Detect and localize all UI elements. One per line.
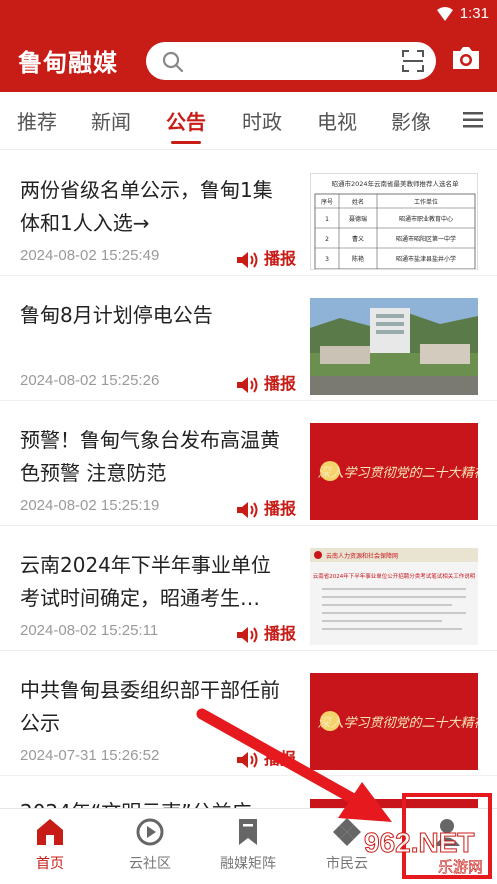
watermark: 962.NET 乐游网 bbox=[340, 822, 490, 877]
watermark-sub: 乐游网 bbox=[438, 858, 483, 876]
annotation-arrow bbox=[196, 708, 392, 822]
watermark-brand: 962.NET bbox=[364, 827, 475, 858]
